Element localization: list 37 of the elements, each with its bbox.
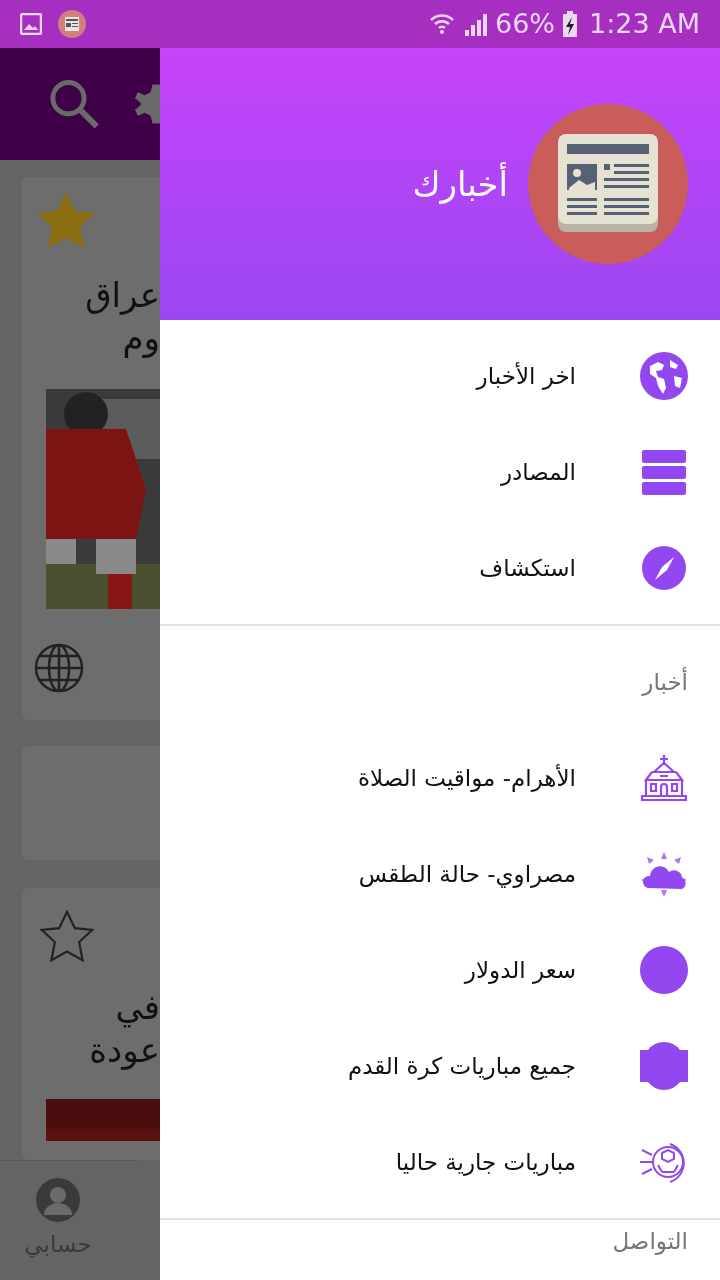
news-card[interactable]	[22, 746, 160, 860]
headline-text: عراق	[85, 274, 160, 317]
battery-percent: 66%	[495, 6, 555, 41]
drawer-item[interactable]: اخر الأخبار	[160, 328, 720, 424]
app-title: أخبارك	[412, 161, 508, 206]
drawer-item[interactable]: مصراوي- حالة الطقس	[160, 826, 720, 922]
globe-icon	[640, 352, 688, 400]
weather-icon	[640, 850, 688, 898]
section-header: التواصل	[612, 1226, 688, 1257]
star-icon	[40, 910, 94, 962]
news-card[interactable]: في عودة	[22, 888, 160, 1160]
compass-icon	[640, 544, 688, 592]
signal-icon	[463, 12, 487, 36]
section-header: أخبار	[642, 666, 688, 698]
newspaper-icon	[556, 134, 660, 234]
gallery-icon	[20, 13, 42, 35]
drawer-item[interactable]: الأهرام- مواقيت الصلاة	[160, 730, 720, 826]
wifi-icon	[429, 11, 455, 37]
badge-icon	[640, 1042, 688, 1090]
headline-text: عودة	[89, 1028, 160, 1071]
star-icon	[35, 190, 97, 250]
battery-charging-icon	[563, 11, 577, 37]
church-icon	[640, 754, 688, 802]
clock-time: 1:23 AM	[589, 6, 700, 41]
headline-text: في	[115, 986, 160, 1029]
person-icon	[35, 1177, 81, 1223]
stack-icon	[640, 448, 688, 496]
drawer-item[interactable]: سعر الدولار	[160, 922, 720, 1018]
drawer-item[interactable]: جميع مباريات كرة القدم	[160, 1018, 720, 1114]
drawer-item[interactable]: استكشاف	[160, 520, 720, 616]
headline-text: وم	[122, 316, 160, 359]
circle-icon	[640, 946, 688, 994]
newspaper-icon	[58, 10, 86, 38]
search-icon	[48, 77, 101, 131]
drawer-item[interactable]: المصادر	[160, 424, 720, 520]
drawer-item[interactable]: مباريات جارية حاليا	[160, 1114, 720, 1210]
news-card[interactable]: عراق وم	[22, 177, 160, 720]
